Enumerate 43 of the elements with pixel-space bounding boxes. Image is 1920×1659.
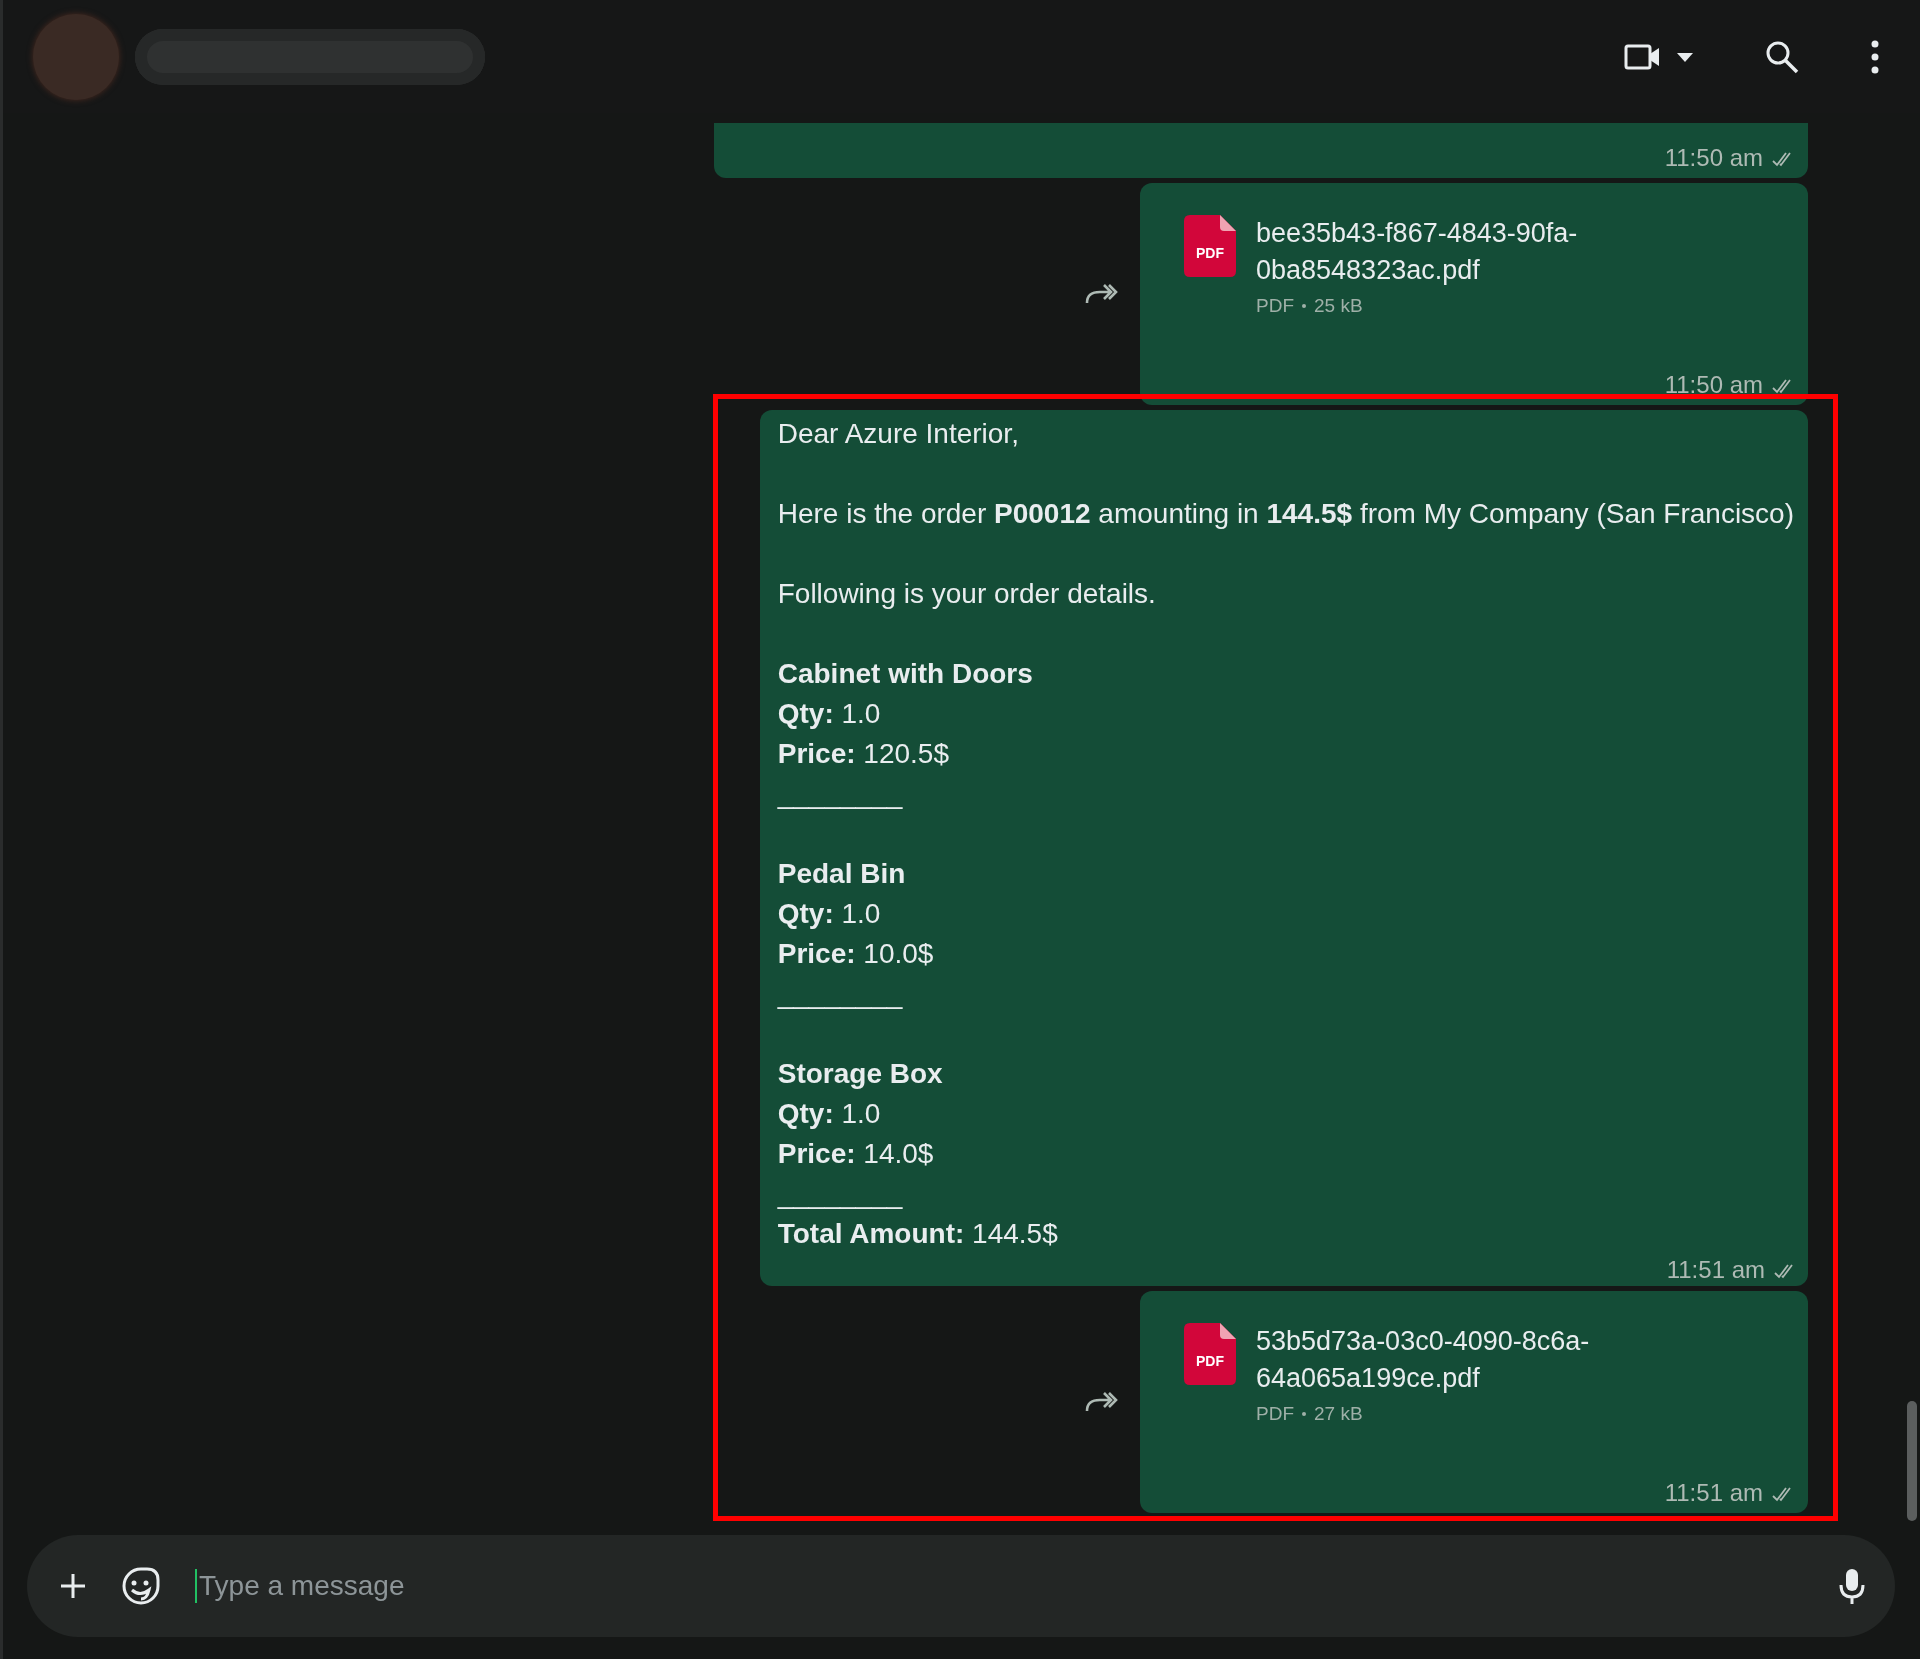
message-line: Price: 120.5$ bbox=[777, 737, 950, 771]
file-message[interactable]: PDF bee35b43-f867-4843-90fa-0ba8548323ac.pdf PDF 25 kB 11:50 am bbox=[1140, 183, 1808, 405]
message-line: Price: 14.0$ bbox=[777, 1137, 935, 1171]
file-name: 53b5d73a-03c0-4090-8c6a-64a065a199ce.pdf bbox=[1256, 1325, 1591, 1395]
message-line: ________ bbox=[777, 977, 904, 1011]
message-line: Here is the order P00012 amounting in 144.5$ from My Company (San Francisco) bbox=[777, 497, 1794, 531]
separator-dot bbox=[1302, 1412, 1306, 1416]
separator-dot bbox=[1302, 304, 1306, 308]
message-line: ________ bbox=[777, 1177, 904, 1211]
message-time: 11:51 am bbox=[1666, 1256, 1765, 1284]
plus-icon bbox=[59, 1572, 87, 1600]
menu-icon bbox=[1870, 39, 1880, 74]
attach-button[interactable] bbox=[59, 1572, 87, 1600]
sticker-button[interactable] bbox=[121, 1566, 161, 1606]
pdf-file-icon: PDF bbox=[1184, 1323, 1236, 1385]
item-name: Storage Box bbox=[777, 1057, 944, 1091]
message-line: Qty: 1.0 bbox=[777, 897, 882, 931]
file-type: PDF bbox=[1256, 295, 1294, 317]
file-message[interactable]: PDF 53b5d73a-03c0-4090-8c6a-64a065a199ce.pdf PDF 27 kB 11:51 am bbox=[1140, 1291, 1808, 1513]
message-time: 11:51 am bbox=[1664, 1479, 1763, 1507]
message-line: ________ bbox=[777, 777, 904, 811]
file-size: 27 kB bbox=[1314, 1403, 1363, 1425]
message-time: 11:50 am bbox=[1664, 371, 1763, 399]
file-size: 25 kB bbox=[1314, 295, 1363, 317]
pdf-file-icon: PDF bbox=[1184, 215, 1236, 277]
message-composer[interactable]: Type a message bbox=[27, 1535, 1895, 1637]
file-name: bee35b43-f867-4843-90fa-0ba8548323ac.pdf bbox=[1256, 217, 1579, 287]
item-name: Pedal Bin bbox=[777, 857, 907, 891]
message-line: Following is your order details. bbox=[777, 577, 1157, 611]
menu-button[interactable] bbox=[1870, 39, 1880, 74]
scrollbar-thumb[interactable] bbox=[1907, 1401, 1917, 1521]
caret-icon bbox=[1676, 50, 1694, 63]
microphone-icon bbox=[1839, 1567, 1865, 1605]
message-line: Qty: 1.0 bbox=[777, 697, 882, 731]
item-name: Cabinet with Doors bbox=[777, 657, 1034, 691]
microphone-button[interactable] bbox=[1839, 1567, 1865, 1605]
file-type: PDF bbox=[1256, 1403, 1294, 1425]
message-line: Price: 10.0$ bbox=[777, 937, 935, 971]
message-time: 11:50 am bbox=[1664, 144, 1763, 172]
smiley-icon bbox=[121, 1566, 161, 1606]
message-line: Qty: 1.0 bbox=[777, 1097, 882, 1131]
message-line: Dear Azure Interior, bbox=[777, 417, 1020, 451]
message-line: Total Amount: 144.5$ bbox=[777, 1217, 1059, 1251]
